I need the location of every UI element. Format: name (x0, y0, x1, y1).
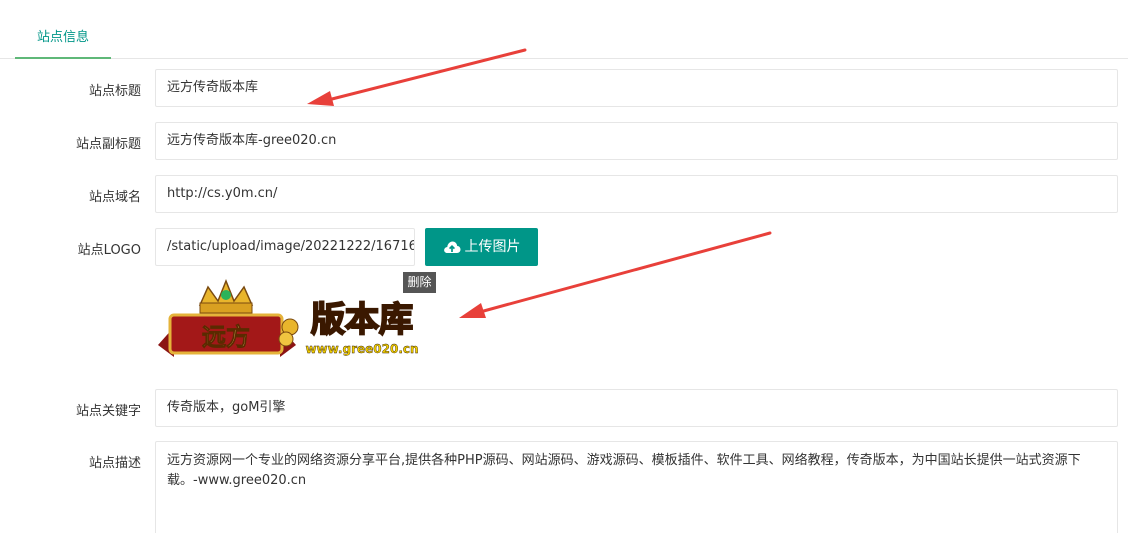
site-logo-label: 站点LOGO (77, 243, 141, 258)
arrow-head-logo (459, 303, 486, 318)
site-logo-path-input[interactable]: /static/upload/image/20221222/1671661 (155, 228, 415, 266)
logo-text-banbenku: 版本库 (311, 300, 413, 340)
cloud-upload-icon (443, 241, 460, 253)
site-keywords-label: 站点关键字 (75, 404, 141, 419)
site-keywords-input[interactable]: 传奇版本，goM引擎 (155, 389, 1118, 427)
logo-text-url: www.gree020.cn (305, 342, 418, 356)
upload-image-label: 上传图片 (464, 239, 521, 255)
site-title-input[interactable]: 远方传奇版本库 (155, 69, 1118, 107)
site-domain-input[interactable]: http://cs.y0m.cn/ (155, 175, 1118, 213)
site-domain-label: 站点域名 (88, 190, 141, 205)
site-description-label: 站点描述 (88, 456, 141, 471)
site-subtitle-input[interactable]: 远方传奇版本库-gree020.cn (155, 122, 1118, 160)
site-subtitle-label: 站点副标题 (75, 137, 141, 152)
upload-image-button[interactable]: 上传图片 (425, 228, 538, 266)
site-logo-image: 远方 版本库 www.gree020.cn (158, 278, 419, 357)
tab-bar: 站点信息 (0, 0, 1128, 59)
site-description-textarea[interactable]: 远方资源网一个专业的网络资源分享平台,提供各种PHP源码、网站源码、游戏源码、模… (155, 441, 1118, 533)
site-title-label: 站点标题 (88, 84, 141, 99)
logo-text-yuanfang: 远方 (202, 323, 250, 351)
tab-site-info[interactable]: 站点信息 (15, 18, 111, 59)
